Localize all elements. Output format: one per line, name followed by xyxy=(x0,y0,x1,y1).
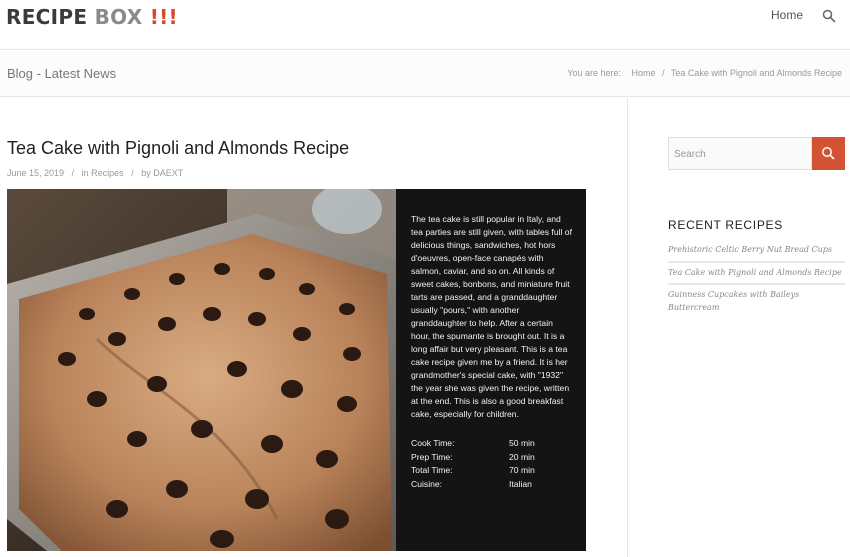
recipe-detail-row: Total Time: 70 min xyxy=(411,464,572,478)
detail-label: Cuisine: xyxy=(411,478,443,489)
logo-text-exclaim: !!! xyxy=(149,5,178,29)
detail-label: Prep Time: xyxy=(411,451,453,462)
tea-cake-photo xyxy=(7,189,396,551)
post-meta: June 15, 2019 / in Recipes / by DAEXT xyxy=(7,168,183,178)
detail-value: 70 min xyxy=(509,465,535,475)
site-logo[interactable]: RECIPE BOX !!! xyxy=(6,5,178,29)
list-item: Guinness Cupcakes with Baileys Buttercre… xyxy=(668,285,845,318)
recent-recipes-heading: RECENT RECIPES xyxy=(668,218,783,232)
post-title[interactable]: Tea Cake with Pignoli and Almonds Recipe xyxy=(7,138,349,159)
logo-text-box: BOX xyxy=(94,5,143,29)
detail-value: Italian xyxy=(509,478,532,489)
post-date: June 15, 2019 xyxy=(7,168,65,178)
breadcrumb-home-link[interactable]: Home xyxy=(632,68,656,78)
list-item: Prehistoric Celtic Berry Nut Bread Cups xyxy=(668,240,845,263)
detail-value: 20 min xyxy=(509,451,535,462)
detail-value: 50 min xyxy=(509,438,535,448)
author-prefix: by xyxy=(141,168,151,178)
recipe-detail-row: Cook Time: 50 min xyxy=(411,437,572,451)
nav-home-link[interactable]: Home xyxy=(771,8,803,22)
recipe-detail-row: Cuisine: Italian xyxy=(411,478,572,492)
list-item: Tea Cake with Pignoli and Almonds Recipe xyxy=(668,263,845,285)
post-category-link[interactable]: Recipes xyxy=(91,168,124,178)
featured-image[interactable]: The tea cake is still popular in Italy, … xyxy=(7,189,586,551)
breadcrumb-current: Tea Cake with Pignoli and Almonds Recipe xyxy=(670,68,842,78)
breadcrumb-separator: / xyxy=(662,68,665,78)
recipe-detail-row: Prep Time: 20 min xyxy=(411,451,572,465)
recipe-details: Cook Time: 50 min Prep Time: 20 min Tota… xyxy=(411,437,572,491)
post-author-link[interactable]: DAEXT xyxy=(153,168,183,178)
site-header: RECIPE BOX !!! Home xyxy=(0,0,850,50)
category-prefix: in xyxy=(81,168,89,178)
meta-separator: / xyxy=(71,168,75,178)
recipe-description: The tea cake is still popular in Italy, … xyxy=(411,214,572,419)
breadcrumb-prefix: You are here: xyxy=(567,68,621,78)
title-bar: Blog - Latest News You are here: Home / … xyxy=(0,51,850,97)
search-icon xyxy=(822,147,835,160)
sidebar-search-input[interactable]: Search xyxy=(668,137,812,170)
sidebar-search-button[interactable] xyxy=(812,137,845,170)
meta-separator: / xyxy=(131,168,134,178)
sidebar-divider xyxy=(627,98,628,557)
recent-recipe-link[interactable]: Tea Cake with Pignoli and Almonds Recipe xyxy=(668,267,845,280)
recent-recipe-link[interactable]: Prehistoric Celtic Berry Nut Bread Cups xyxy=(668,244,845,257)
logo-text-recipe: RECIPE xyxy=(6,5,88,29)
breadcrumb: You are here: Home / Tea Cake with Pigno… xyxy=(567,68,842,78)
search-icon[interactable] xyxy=(822,9,836,23)
page-section-title[interactable]: Blog - Latest News xyxy=(7,66,116,81)
recent-recipes-list: Prehistoric Celtic Berry Nut Bread Cups … xyxy=(668,240,845,318)
detail-label: Total Time: xyxy=(411,465,453,475)
detail-label: Cook Time: xyxy=(411,438,455,448)
recipe-overlay-panel: The tea cake is still popular in Italy, … xyxy=(396,189,586,551)
recent-recipe-link[interactable]: Guinness Cupcakes with Baileys Buttercre… xyxy=(668,289,845,314)
